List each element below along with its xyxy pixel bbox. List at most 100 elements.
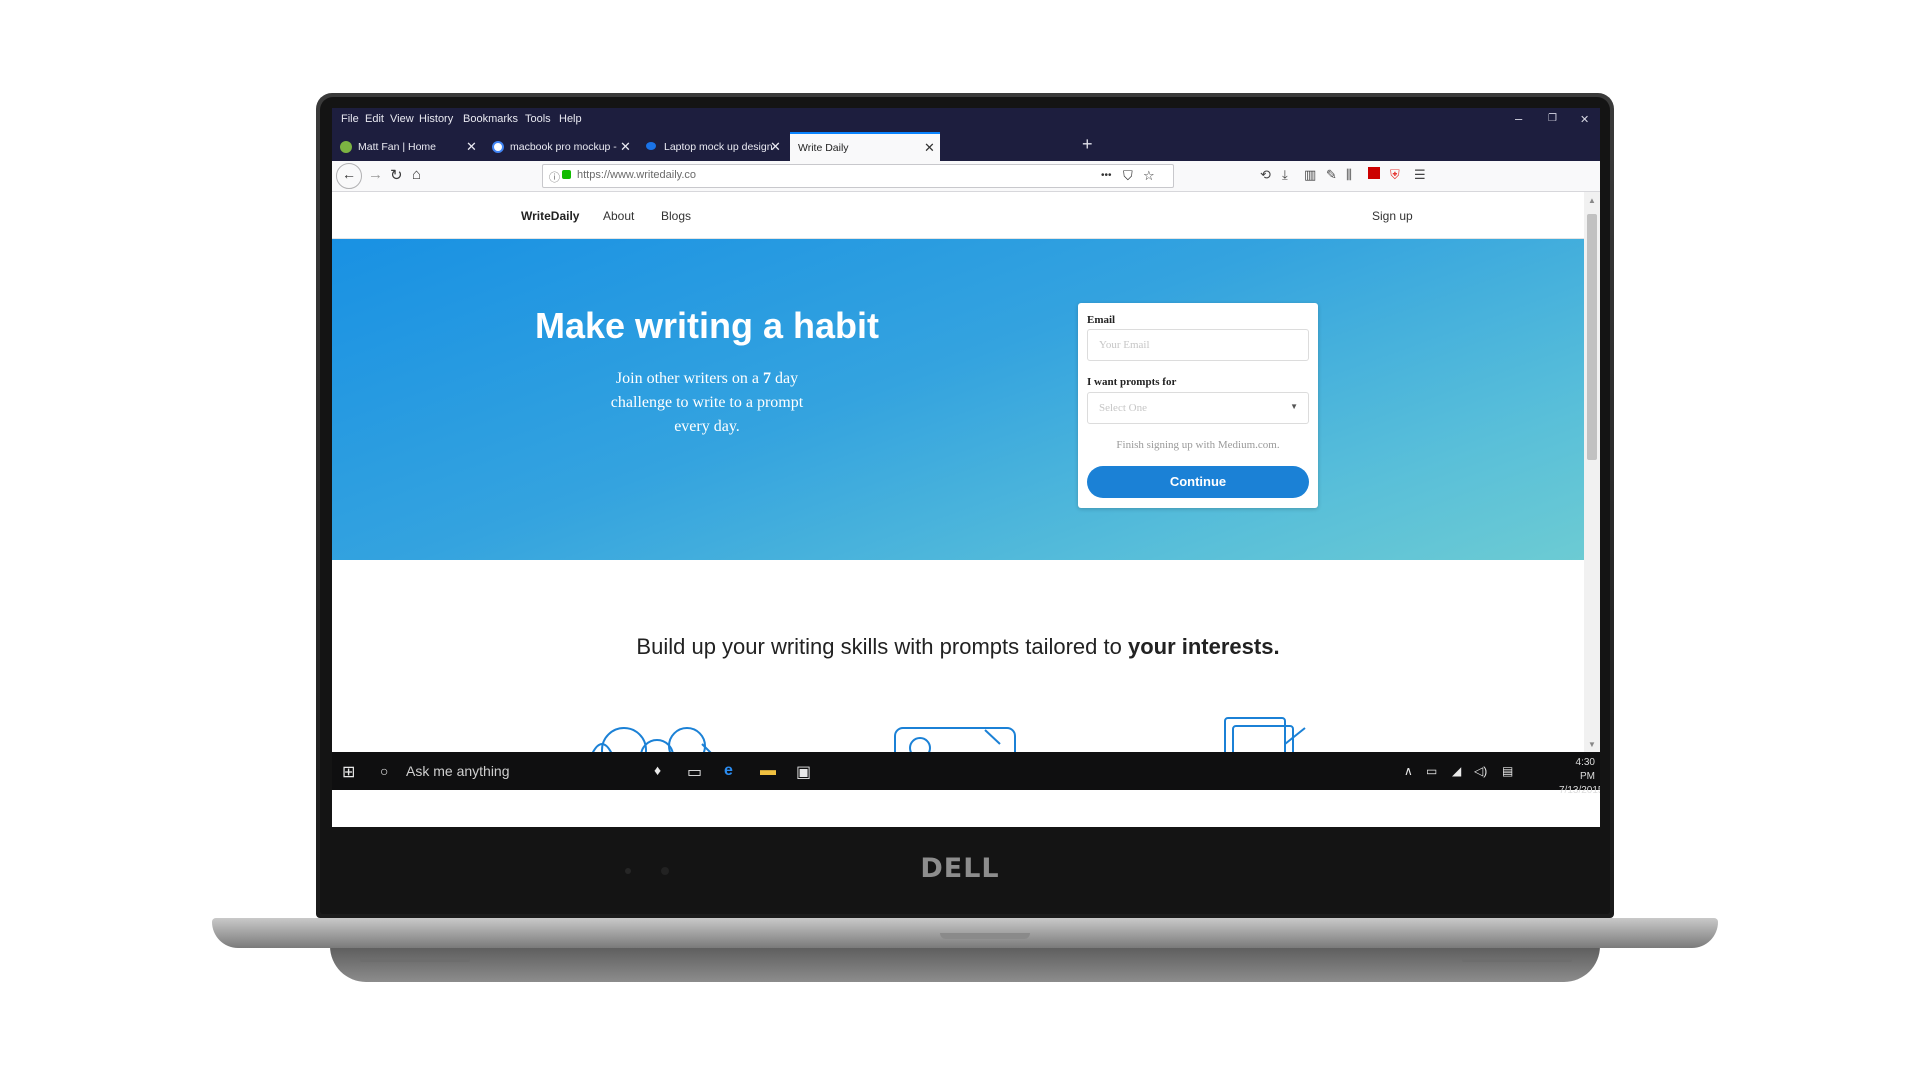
menu-tools[interactable]: Tools — [525, 113, 551, 125]
about-link[interactable]: About — [603, 209, 634, 223]
continue-button[interactable]: Continue — [1087, 466, 1309, 498]
task-view-icon[interactable]: ▭ — [687, 762, 702, 782]
medium-note: Finish signing up with Medium.com. — [1116, 439, 1280, 451]
hamburger-menu-icon[interactable]: ☰ — [1414, 167, 1426, 183]
clock-time: 4:30 PM — [1575, 757, 1595, 782]
prompts-select[interactable]: Select One ▼ — [1087, 392, 1309, 424]
forward-button[interactable]: → — [368, 166, 383, 183]
history-icon[interactable]: ⟲ — [1260, 167, 1271, 183]
library-icon[interactable]: ⫼ — [1346, 167, 1352, 183]
arrow-left-icon: ← — [342, 166, 356, 182]
home-icon[interactable]: ⌂ — [412, 166, 421, 183]
tagline-bold: your interests. — [1127, 634, 1280, 659]
minimize-button[interactable]: – — [1515, 111, 1522, 126]
menu-file[interactable]: File — [341, 113, 359, 125]
lock-icon — [562, 170, 571, 179]
download-icon[interactable]: ⤓ — [1282, 167, 1288, 183]
brand-link[interactable]: WriteDaily — [521, 209, 579, 223]
show-hidden-icons-icon[interactable]: ∧ — [1404, 764, 1413, 778]
scroll-thumb[interactable] — [1587, 214, 1597, 460]
email-placeholder: Your Email — [1099, 339, 1150, 351]
reload-button[interactable]: ↻ — [390, 166, 403, 184]
email-label: Email — [1087, 314, 1116, 326]
close-tab-icon[interactable]: ✕ — [770, 139, 781, 155]
battery-icon[interactable]: ▭ — [1426, 764, 1437, 778]
back-button[interactable]: ← — [336, 163, 362, 189]
close-tab-icon[interactable]: ✕ — [466, 139, 477, 155]
volume-icon[interactable]: ◁) — [1474, 764, 1487, 778]
tab-label: macbook pro mockup - Googl — [510, 141, 620, 153]
network-icon[interactable]: ◢ — [1452, 764, 1461, 778]
store-icon[interactable]: ▣ — [796, 762, 811, 782]
tablet-illustration-icon — [894, 727, 1016, 752]
site-navbar: WriteDaily About Blogs Sign up — [332, 192, 1584, 239]
menu-bar: File Edit View History Bookmarks Tools H… — [332, 108, 1600, 132]
menu-history[interactable]: History — [419, 113, 453, 125]
taskbar-search[interactable]: Ask me anything — [406, 763, 510, 779]
hero-title: Make writing a habit — [534, 305, 880, 346]
close-window-button[interactable]: ✕ — [1580, 113, 1589, 126]
new-tab-button[interactable]: + — [1082, 134, 1093, 155]
tab-macbook-mockup[interactable]: macbook pro mockup - Googl ✕ — [484, 134, 636, 160]
hero-subtitle-bold: 7 — [762, 370, 771, 387]
url-text[interactable]: https://www.writedaily.co — [577, 169, 696, 181]
windows-start-icon[interactable]: ⊞ — [342, 762, 355, 782]
blogs-link[interactable]: Blogs — [661, 209, 691, 223]
page-actions-icon[interactable]: ••• — [1101, 170, 1112, 181]
camera-dot — [625, 868, 631, 874]
speaker-slot-right — [1462, 958, 1572, 962]
menu-bookmarks[interactable]: Bookmarks — [463, 113, 518, 125]
notification-icon[interactable]: ▤ — [1502, 764, 1513, 778]
google-icon — [492, 141, 504, 153]
hero-section: Make writing a habit Join other writers … — [332, 239, 1584, 560]
scroll-down-icon[interactable]: ▼ — [1588, 740, 1596, 749]
papers-pen-illustration-icon — [1224, 717, 1306, 752]
taskbar-clock[interactable]: 4:30 PM 7/13/2015 — [1559, 756, 1600, 798]
menu-view[interactable]: View — [390, 113, 414, 125]
microphone-icon[interactable]: ♦ — [654, 762, 661, 778]
speaker-slot-left — [360, 958, 470, 962]
file-explorer-icon[interactable]: ▬ — [760, 762, 776, 780]
sensor-dot — [661, 867, 669, 875]
navigation-toolbar: ← → ↻ ⌂ ⓘ https://www.writedaily.co ••• … — [332, 161, 1600, 192]
close-tab-icon[interactable]: ✕ — [620, 139, 631, 155]
restore-button[interactable]: ❐ — [1548, 113, 1557, 124]
bookmark-star-icon[interactable]: ☆ — [1143, 168, 1155, 184]
tab-strip: Matt Fan | Home ✕ macbook pro mockup - G… — [332, 132, 1600, 163]
tab-label: Matt Fan | Home — [358, 141, 437, 153]
tab-write-daily[interactable]: Write Daily ✕ — [790, 132, 940, 163]
tagline-text: Build up your writing skills with prompt… — [636, 634, 1128, 659]
menu-help[interactable]: Help — [559, 113, 582, 125]
tab-laptop-mockup[interactable]: Laptop mock up design PSD fi ✕ — [638, 134, 788, 160]
clock-date: 7/13/2015 — [1559, 785, 1600, 796]
url-bar[interactable]: ⓘ https://www.writedaily.co ••• ⛉ ☆ — [542, 164, 1174, 188]
laptop-base-bottom — [330, 946, 1600, 982]
info-icon[interactable]: ⓘ — [549, 169, 560, 185]
signup-form: Email Your Email I want prompts for Sele… — [1078, 303, 1318, 508]
close-tab-icon[interactable]: ✕ — [924, 140, 935, 156]
sidebar-icon[interactable]: ▥ — [1304, 167, 1316, 183]
page-scrollbar[interactable]: ▲ ▼ — [1584, 192, 1600, 752]
section-tagline: Build up your writing skills with prompt… — [332, 634, 1584, 660]
crown-icon — [646, 142, 656, 150]
pdf-icon[interactable] — [1368, 167, 1380, 179]
scroll-up-icon[interactable]: ▲ — [1588, 196, 1596, 205]
signup-link[interactable]: Sign up — [1372, 209, 1413, 223]
edge-icon[interactable]: e — [724, 762, 733, 780]
windows-taskbar: ⊞ ○ Ask me anything ♦ ▭ e ▬ ▣ ∧ ▭ ◢ ◁) ▤… — [332, 752, 1600, 796]
favicon-icon — [340, 141, 352, 153]
hero-subtitle-text: Join other writers on a — [615, 370, 763, 387]
dell-logo: DELL — [920, 853, 1000, 884]
select-placeholder: Select One — [1099, 402, 1147, 414]
menu-edit[interactable]: Edit — [365, 113, 384, 125]
cortana-circle-icon[interactable]: ○ — [380, 763, 388, 779]
wrench-icon[interactable]: ✎ — [1326, 167, 1337, 183]
pocket-icon[interactable]: ⛉ — [1123, 168, 1133, 184]
web-page: WriteDaily About Blogs Sign up Make writ… — [332, 192, 1584, 752]
shield-icon[interactable]: ⛨ — [1390, 167, 1400, 183]
tab-matt-fan[interactable]: Matt Fan | Home ✕ — [332, 134, 482, 160]
laptop-screen: File Edit View History Bookmarks Tools H… — [332, 108, 1600, 827]
people-illustration-icon — [591, 727, 712, 752]
caret-down-icon: ▼ — [1290, 402, 1298, 411]
email-field[interactable]: Your Email — [1087, 329, 1309, 361]
